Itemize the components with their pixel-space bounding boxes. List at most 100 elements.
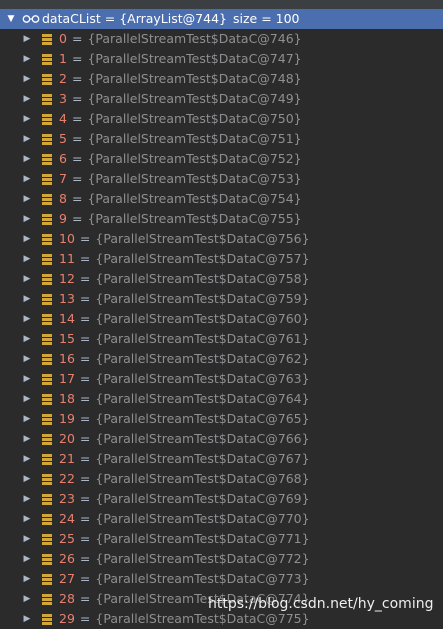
item-index: 14 xyxy=(59,311,75,326)
item-index: 12 xyxy=(59,271,75,286)
item-index: 23 xyxy=(59,491,75,506)
collapsed-arrow-icon[interactable]: ▶ xyxy=(21,109,33,129)
item-text: 14 = {ParallelStreamTest$DataC@760} xyxy=(59,309,310,329)
item-index: 16 xyxy=(59,351,75,366)
collapsed-arrow-icon[interactable]: ▶ xyxy=(21,589,33,609)
object-fields-icon xyxy=(42,434,52,445)
collapsed-arrow-icon[interactable]: ▶ xyxy=(21,369,33,389)
tree-row-item[interactable]: ▶ 10 = {ParallelStreamTest$DataC@756} xyxy=(0,229,443,249)
tree-row-item[interactable]: ▶ 9 = {ParallelStreamTest$DataC@755} xyxy=(0,209,443,229)
tree-row-item[interactable]: ▶ 4 = {ParallelStreamTest$DataC@750} xyxy=(0,109,443,129)
object-fields-icon xyxy=(42,474,52,485)
collapsed-arrow-icon[interactable]: ▶ xyxy=(21,49,33,69)
equals-sign: = xyxy=(71,151,83,166)
collapsed-arrow-icon[interactable]: ▶ xyxy=(21,509,33,529)
equals-sign: = xyxy=(71,131,83,146)
collapsed-arrow-icon[interactable]: ▶ xyxy=(21,209,33,229)
collapsed-arrow-icon[interactable]: ▶ xyxy=(21,249,33,269)
tree-row-item[interactable]: ▶ 22 = {ParallelStreamTest$DataC@768} xyxy=(0,469,443,489)
tree-row-item[interactable]: ▶ 25 = {ParallelStreamTest$DataC@771} xyxy=(0,529,443,549)
tree-row-item[interactable]: ▶ 17 = {ParallelStreamTest$DataC@763} xyxy=(0,369,443,389)
equals-sign: = xyxy=(79,331,91,346)
equals-sign: = xyxy=(79,531,91,546)
collapsed-arrow-icon[interactable]: ▶ xyxy=(21,269,33,289)
tree-row-item[interactable]: ▶ 3 = {ParallelStreamTest$DataC@749} xyxy=(0,89,443,109)
collapsed-arrow-icon[interactable]: ▶ xyxy=(21,409,33,429)
item-value: {ParallelStreamTest$DataC@750} xyxy=(87,111,302,126)
object-fields-icon xyxy=(42,294,52,305)
tree-row-item[interactable]: ▶ 13 = {ParallelStreamTest$DataC@759} xyxy=(0,289,443,309)
collapsed-arrow-icon[interactable]: ▶ xyxy=(21,449,33,469)
tree-row-item[interactable]: ▶ 12 = {ParallelStreamTest$DataC@758} xyxy=(0,269,443,289)
item-text: 11 = {ParallelStreamTest$DataC@757} xyxy=(59,249,310,269)
collapsed-arrow-icon[interactable]: ▶ xyxy=(21,189,33,209)
tree-row-item[interactable]: ▶ 26 = {ParallelStreamTest$DataC@772} xyxy=(0,549,443,569)
object-fields-icon xyxy=(42,74,52,85)
collapsed-arrow-icon[interactable]: ▶ xyxy=(21,69,33,89)
collapsed-arrow-icon[interactable]: ▶ xyxy=(21,429,33,449)
collapsed-arrow-icon[interactable]: ▶ xyxy=(21,609,33,629)
tree-row-item[interactable]: ▶ 1 = {ParallelStreamTest$DataC@747} xyxy=(0,49,443,69)
item-index: 17 xyxy=(59,371,75,386)
tree-row-item[interactable]: ▶ 0 = {ParallelStreamTest$DataC@746} xyxy=(0,29,443,49)
collapsed-arrow-icon[interactable]: ▶ xyxy=(21,89,33,109)
expanded-arrow-icon[interactable]: ▼ xyxy=(5,9,17,29)
collapsed-arrow-icon[interactable]: ▶ xyxy=(21,549,33,569)
tree-row-item[interactable]: ▶ 21 = {ParallelStreamTest$DataC@767} xyxy=(0,449,443,469)
tree-row-item[interactable]: ▶ 5 = {ParallelStreamTest$DataC@751} xyxy=(0,129,443,149)
equals-sign: = xyxy=(71,31,83,46)
collapsed-arrow-icon[interactable]: ▶ xyxy=(21,149,33,169)
item-text: 17 = {ParallelStreamTest$DataC@763} xyxy=(59,369,310,389)
tree-row-item[interactable]: ▶ 27 = {ParallelStreamTest$DataC@773} xyxy=(0,569,443,589)
item-index: 0 xyxy=(59,31,67,46)
tree-row-item[interactable]: ▶ 2 = {ParallelStreamTest$DataC@748} xyxy=(0,69,443,89)
item-text: 18 = {ParallelStreamTest$DataC@764} xyxy=(59,389,310,409)
collapsed-arrow-icon[interactable]: ▶ xyxy=(21,289,33,309)
tree-row-item[interactable]: ▶ 8 = {ParallelStreamTest$DataC@754} xyxy=(0,189,443,209)
tree-row-item[interactable]: ▶ 23 = {ParallelStreamTest$DataC@769} xyxy=(0,489,443,509)
equals-sign: = xyxy=(79,491,91,506)
child-rows: ▶ 0 = {ParallelStreamTest$DataC@746} ▶ 1 = {Par… xyxy=(0,29,443,629)
tree-row-root[interactable]: ▼ dataCList = {ArrayList@744} size = 100 xyxy=(0,9,443,29)
equals-sign: = xyxy=(79,451,91,466)
collapsed-arrow-icon[interactable]: ▶ xyxy=(21,129,33,149)
tree-row-item[interactable]: ▶ 20 = {ParallelStreamTest$DataC@766} xyxy=(0,429,443,449)
item-value: {ParallelStreamTest$DataC@751} xyxy=(87,131,302,146)
item-index: 25 xyxy=(59,531,75,546)
collapsed-arrow-icon[interactable]: ▶ xyxy=(21,309,33,329)
item-value: {ParallelStreamTest$DataC@759} xyxy=(95,291,310,306)
collapsed-arrow-icon[interactable]: ▶ xyxy=(21,529,33,549)
collapsed-arrow-icon[interactable]: ▶ xyxy=(21,329,33,349)
collapsed-arrow-icon[interactable]: ▶ xyxy=(21,349,33,369)
item-value: {ParallelStreamTest$DataC@773} xyxy=(95,571,310,586)
equals-sign: = xyxy=(79,551,91,566)
tree-row-item[interactable]: ▶ 15 = {ParallelStreamTest$DataC@761} xyxy=(0,329,443,349)
panel-top-edge xyxy=(0,0,443,9)
object-fields-icon xyxy=(42,574,52,585)
tree-row-item[interactable]: ▶ 7 = {ParallelStreamTest$DataC@753} xyxy=(0,169,443,189)
object-fields-icon xyxy=(42,614,52,625)
item-index: 18 xyxy=(59,391,75,406)
collapsed-arrow-icon[interactable]: ▶ xyxy=(21,169,33,189)
collapsed-arrow-icon[interactable]: ▶ xyxy=(21,569,33,589)
collapsed-arrow-icon[interactable]: ▶ xyxy=(21,469,33,489)
item-value: {ParallelStreamTest$DataC@749} xyxy=(87,91,302,106)
tree-row-item[interactable]: ▶ 18 = {ParallelStreamTest$DataC@764} xyxy=(0,389,443,409)
tree-row-item[interactable]: ▶ 11 = {ParallelStreamTest$DataC@757} xyxy=(0,249,443,269)
tree-row-item[interactable]: ▶ 19 = {ParallelStreamTest$DataC@765} xyxy=(0,409,443,429)
equals-sign: = xyxy=(71,191,83,206)
tree-row-item[interactable]: ▶ 16 = {ParallelStreamTest$DataC@762} xyxy=(0,349,443,369)
collapsed-arrow-icon[interactable]: ▶ xyxy=(21,29,33,49)
equals-sign: = xyxy=(79,391,91,406)
item-text: 4 = {ParallelStreamTest$DataC@750} xyxy=(59,109,302,129)
object-fields-icon xyxy=(42,214,52,225)
tree-row-item[interactable]: ▶ 24 = {ParallelStreamTest$DataC@770} xyxy=(0,509,443,529)
tree-row-item[interactable]: ▶ 14 = {ParallelStreamTest$DataC@760} xyxy=(0,309,443,329)
tree-row-item[interactable]: ▶ 6 = {ParallelStreamTest$DataC@752} xyxy=(0,149,443,169)
object-fields-icon xyxy=(42,274,52,285)
collapsed-arrow-icon[interactable]: ▶ xyxy=(21,389,33,409)
tree-row-item[interactable]: ▶ 29 = {ParallelStreamTest$DataC@775} xyxy=(0,609,443,629)
collapsed-arrow-icon[interactable]: ▶ xyxy=(21,229,33,249)
item-value: {ParallelStreamTest$DataC@756} xyxy=(95,231,310,246)
collapsed-arrow-icon[interactable]: ▶ xyxy=(21,489,33,509)
